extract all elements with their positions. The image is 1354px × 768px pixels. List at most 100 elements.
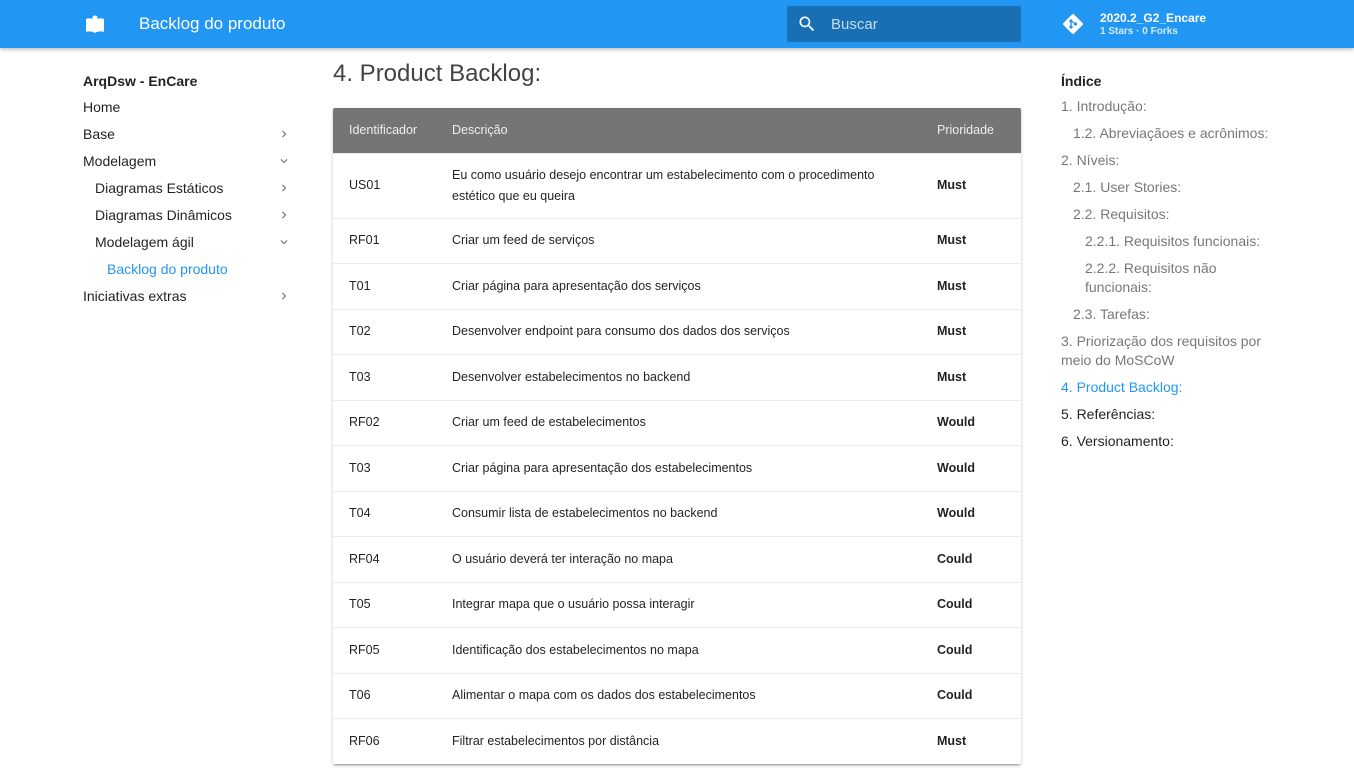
nav-item-diagramas-est-ticos[interactable]: Diagramas Estáticos bbox=[83, 178, 293, 205]
table-row: T04 Consumir lista de estabelecimentos no… bbox=[333, 490, 1021, 537]
cell-identificador: US01 bbox=[333, 152, 436, 218]
nav-item-diagramas-din-micos[interactable]: Diagramas Dinâmicos bbox=[83, 205, 293, 232]
chevron-down-icon[interactable] bbox=[277, 234, 291, 248]
nav-item-label: Modelagem bbox=[83, 153, 157, 169]
cell-descricao: O usuário deverá ter interação no mapa bbox=[436, 536, 921, 582]
table-of-contents: Índice 1. Introdução: 1.2. Abreviaçãoes e… bbox=[1061, 70, 1281, 459]
cell-prioridade: Must bbox=[921, 217, 1021, 264]
cell-identificador: T05 bbox=[333, 581, 436, 628]
cell-descricao: Criar um feed de estabelecimentos bbox=[436, 399, 921, 446]
cell-prioridade: Could bbox=[921, 581, 1021, 628]
table-row: RF02 Criar um feed de estabelecimentos Wou… bbox=[333, 399, 1021, 446]
nav-item-modelagem-gil[interactable]: Modelagem ágil bbox=[83, 232, 293, 259]
cell-identificador: RF06 bbox=[333, 718, 436, 764]
cell-prioridade: Could bbox=[921, 627, 1021, 673]
chevron-right-icon[interactable] bbox=[277, 180, 291, 194]
nav-item-iniciativas-extras[interactable]: Iniciativas extras bbox=[83, 286, 293, 313]
cell-identificador: T04 bbox=[333, 490, 436, 537]
cell-descricao: Eu como usuário desejo encontrar um esta… bbox=[436, 152, 921, 218]
cell-descricao: Criar página para apresentação dos estab… bbox=[436, 445, 921, 491]
table-row: T03 Criar página para apresentação dos es… bbox=[333, 445, 1021, 491]
nav-title: ArqDsw - EnCare bbox=[83, 73, 198, 89]
toc-link[interactable]: 3. Priorização dos requisitos por meio d… bbox=[1061, 332, 1281, 370]
repo-facts: 1 Stars · 0 Forks bbox=[1100, 25, 1178, 37]
chevron-right-icon[interactable] bbox=[277, 288, 291, 302]
chevron-right-icon[interactable] bbox=[277, 207, 291, 221]
cell-descricao: Criar página para apresentação dos servi… bbox=[436, 263, 921, 309]
toc-title: Índice bbox=[1061, 73, 1102, 89]
table-row: T06 Alimentar o mapa com os dados dos est… bbox=[333, 672, 1021, 719]
cell-identificador: RF05 bbox=[333, 627, 436, 673]
search-icon[interactable] bbox=[797, 14, 817, 34]
cell-identificador: T06 bbox=[333, 672, 436, 719]
cell-identificador: T03 bbox=[333, 354, 436, 400]
toc-link[interactable]: 2.2.1. Requisitos funcionais: bbox=[1061, 232, 1281, 251]
chevron-down-icon[interactable] bbox=[277, 153, 291, 167]
toc-link[interactable]: 2.2. Requisitos: bbox=[1061, 205, 1281, 224]
nav-item-label: Base bbox=[83, 126, 115, 142]
nav-item-label: Diagramas Dinâmicos bbox=[95, 207, 232, 223]
repo-link[interactable]: 2020.2_G2_Encare 1 Stars · 0 Forks bbox=[1061, 8, 1206, 40]
search-input[interactable] bbox=[831, 6, 1011, 42]
toc-link[interactable]: 2.3. Tarefas: bbox=[1061, 305, 1281, 324]
cell-prioridade: Must bbox=[921, 152, 1021, 218]
cell-identificador: RF02 bbox=[333, 399, 436, 446]
cell-prioridade: Would bbox=[921, 445, 1021, 491]
cell-descricao: Integrar mapa que o usuário possa intera… bbox=[436, 581, 921, 628]
cell-identificador: T03 bbox=[333, 445, 436, 491]
cell-identificador: RF01 bbox=[333, 217, 436, 264]
cell-identificador: T01 bbox=[333, 263, 436, 309]
toc-link[interactable]: 4. Product Backlog: bbox=[1061, 378, 1281, 397]
search-box[interactable] bbox=[787, 6, 1021, 42]
table-row: RF01 Criar um feed de serviços Must bbox=[333, 217, 1021, 264]
nav-item-label: Iniciativas extras bbox=[83, 288, 187, 304]
cell-identificador: T02 bbox=[333, 308, 436, 355]
table-row: RF06 Filtrar estabelecimentos por distânc… bbox=[333, 718, 1021, 764]
backlog-table-wrapper: Identificador Descrição Prioridade US01 E… bbox=[333, 108, 1021, 764]
table-header-row: Identificador Descrição Prioridade bbox=[333, 108, 1021, 153]
toc-link[interactable]: 1.2. Abreviaçãoes e acrônimos: bbox=[1061, 124, 1281, 143]
nav-item-modelagem[interactable]: Modelagem bbox=[83, 151, 293, 178]
cell-prioridade: Must bbox=[921, 354, 1021, 400]
cell-prioridade: Must bbox=[921, 718, 1021, 764]
cell-descricao: Desenvolver estabelecimentos no backend bbox=[436, 354, 921, 400]
primary-nav: ArqDsw - EnCare Home Base Modelagem Diagram… bbox=[83, 70, 293, 313]
nav-item-base[interactable]: Base bbox=[83, 124, 293, 151]
toc-link[interactable]: 2.2.2. Requisitos não funcionais: bbox=[1061, 259, 1281, 297]
table-row: T01 Criar página para apresentação dos se… bbox=[333, 263, 1021, 309]
cell-descricao: Filtrar estabelecimentos por distância bbox=[436, 718, 921, 764]
repo-name: 2020.2_G2_Encare bbox=[1100, 10, 1207, 25]
toc-link[interactable]: 2.1. User Stories: bbox=[1061, 178, 1281, 197]
git-icon bbox=[1063, 14, 1083, 34]
nav-item-label: Modelagem ágil bbox=[95, 234, 194, 250]
table-row: RF04 O usuário deverá ter interação no ma… bbox=[333, 536, 1021, 582]
table-row: T05 Integrar mapa que o usuário possa int… bbox=[333, 581, 1021, 628]
page-heading: 4. Product Backlog: bbox=[333, 60, 542, 87]
nav-item-label: Backlog do produto bbox=[107, 261, 228, 277]
cell-prioridade: Could bbox=[921, 672, 1021, 719]
toc-link[interactable]: 5. Referências: bbox=[1061, 405, 1281, 424]
top-header: Backlog do produto 2020.2_G2_Encare 1 St… bbox=[0, 0, 1354, 48]
cell-identificador: RF04 bbox=[333, 536, 436, 582]
cell-descricao: Criar um feed de serviços bbox=[436, 217, 921, 264]
nav-item-backlog-do-produto[interactable]: Backlog do produto bbox=[83, 259, 293, 286]
toc-link[interactable]: 6. Versionamento: bbox=[1061, 432, 1281, 451]
toc-link[interactable]: 2. Níveis: bbox=[1061, 151, 1281, 170]
table-row: US01 Eu como usuário desejo encontrar um … bbox=[333, 152, 1021, 218]
nav-item-label: Diagramas Estáticos bbox=[95, 180, 224, 196]
nav-item-label: Home bbox=[83, 99, 121, 115]
book-logo-icon[interactable] bbox=[85, 12, 105, 36]
nav-item-home[interactable]: Home bbox=[83, 97, 293, 124]
table-row: T03 Desenvolver estabelecimentos no backe… bbox=[333, 354, 1021, 400]
column-header-descricao[interactable]: Descrição bbox=[436, 108, 921, 153]
cell-prioridade: Would bbox=[921, 399, 1021, 446]
toc-link[interactable]: 1. Introdução: bbox=[1061, 97, 1281, 116]
cell-prioridade: Could bbox=[921, 536, 1021, 582]
site-title: Backlog do produto bbox=[139, 14, 286, 33]
column-header-prioridade[interactable]: Prioridade bbox=[921, 108, 1021, 153]
cell-prioridade: Must bbox=[921, 263, 1021, 309]
column-header-identificador[interactable]: Identificador bbox=[333, 108, 436, 153]
cell-descricao: Identificação dos estabelecimentos no ma… bbox=[436, 627, 921, 673]
table-row: T02 Desenvolver endpoint para consumo dos… bbox=[333, 308, 1021, 355]
chevron-right-icon[interactable] bbox=[277, 126, 291, 140]
